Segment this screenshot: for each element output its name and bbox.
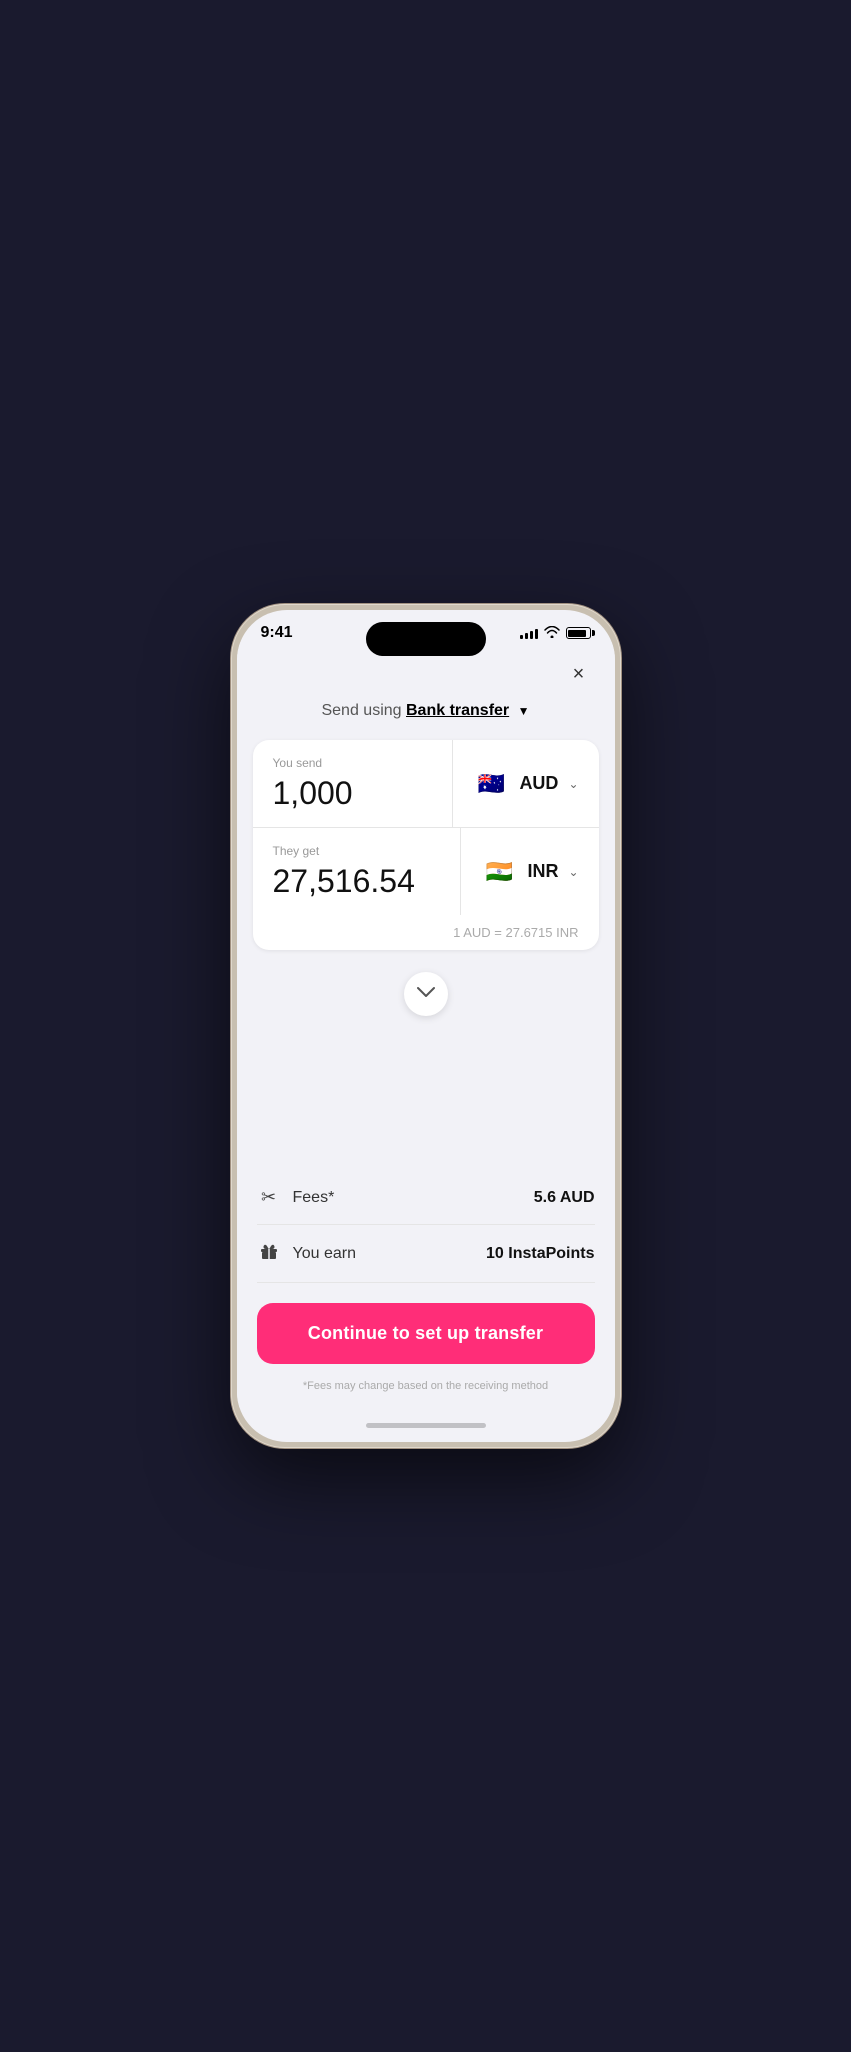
you-send-label: You send: [273, 756, 433, 770]
fee-section: ✂ Fees* 5.6 AUD: [237, 1171, 615, 1283]
spacer: [237, 1036, 615, 1151]
inr-flag: 🇮🇳: [481, 854, 517, 890]
fees-label: Fees*: [293, 1189, 335, 1207]
home-bar: [366, 1423, 486, 1428]
they-get-amount: 27,516.54: [273, 864, 441, 899]
aud-currency-selector[interactable]: 🇦🇺 AUD ⌄: [453, 740, 598, 827]
expand-btn-container: [237, 960, 615, 1036]
send-method-selector[interactable]: Send using Bank transfer ▼: [237, 702, 615, 740]
you-send-input[interactable]: You send 1,000: [253, 740, 454, 827]
inr-chevron: ⌄: [568, 865, 578, 879]
earn-row: You earn 10 InstaPoints: [257, 1225, 595, 1283]
exchange-rate: 1 AUD = 27.6715 INR: [253, 915, 599, 950]
phone-frame: 9:41: [231, 604, 621, 1448]
signal-icon: [520, 627, 538, 639]
they-get-row: They get 27,516.54 🇮🇳 INR ⌄: [253, 828, 599, 915]
transfer-method-arrow: ▼: [518, 704, 530, 718]
close-button[interactable]: ×: [563, 658, 595, 690]
you-send-amount: 1,000: [273, 776, 433, 811]
phone-screen: 9:41: [237, 610, 615, 1442]
home-indicator: [237, 1408, 615, 1442]
inr-currency-selector[interactable]: 🇮🇳 INR ⌄: [461, 828, 598, 915]
they-get-label: They get: [273, 844, 441, 858]
expand-button[interactable]: [404, 972, 448, 1016]
aud-code: AUD: [519, 773, 558, 794]
status-icons: [520, 626, 591, 641]
currency-card: You send 1,000 🇦🇺 AUD ⌄ They: [253, 740, 599, 950]
bank-transfer-label: Bank transfer: [406, 702, 509, 719]
send-method-text: Send using Bank transfer ▼: [321, 702, 529, 719]
content-area: × Send using Bank transfer ▼ You send 1,…: [237, 642, 615, 1408]
gift-icon: [257, 1241, 281, 1266]
disclaimer-text: *Fees may change based on the receiving …: [237, 1372, 615, 1408]
aud-flag: 🇦🇺: [473, 766, 509, 802]
inr-code: INR: [527, 861, 558, 882]
battery-icon: [566, 627, 591, 639]
fees-left: ✂ Fees*: [257, 1187, 335, 1208]
earn-label: You earn: [293, 1245, 356, 1263]
you-send-row: You send 1,000 🇦🇺 AUD ⌄: [253, 740, 599, 827]
chevron-down-icon: [417, 985, 435, 1003]
earn-left: You earn: [257, 1241, 356, 1266]
dynamic-island: [366, 622, 486, 656]
fees-value: 5.6 AUD: [534, 1189, 595, 1207]
aud-chevron: ⌄: [568, 777, 578, 791]
they-get-input[interactable]: They get 27,516.54: [253, 828, 462, 915]
fees-row: ✂ Fees* 5.6 AUD: [257, 1171, 595, 1225]
cta-section: Continue to set up transfer: [237, 1283, 615, 1372]
scissors-icon: ✂: [257, 1187, 281, 1208]
wifi-icon: [544, 626, 560, 641]
earn-value: 10 InstaPoints: [486, 1245, 594, 1263]
continue-button[interactable]: Continue to set up transfer: [257, 1303, 595, 1364]
status-time: 9:41: [261, 624, 293, 642]
